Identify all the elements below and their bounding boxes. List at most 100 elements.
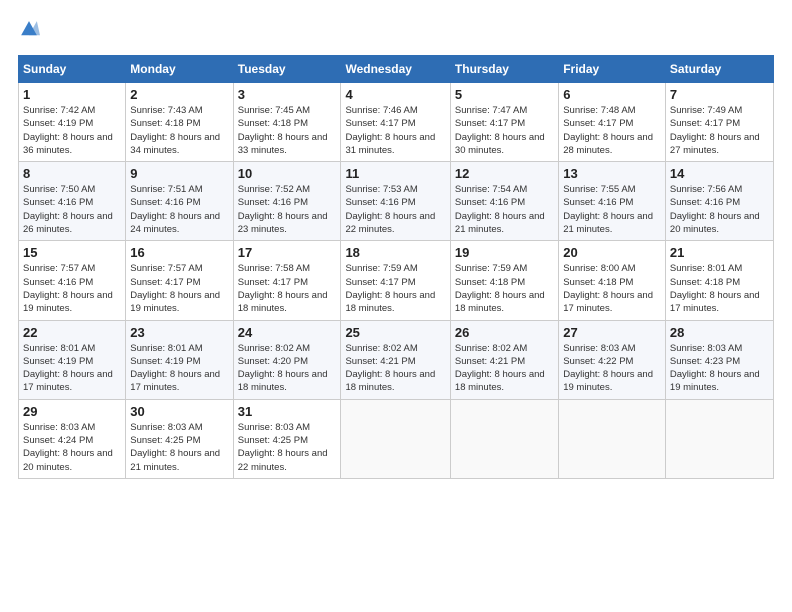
day-number: 3 <box>238 87 337 102</box>
day-number: 8 <box>23 166 121 181</box>
day-info: Sunrise: 8:03 AMSunset: 4:23 PMDaylight:… <box>670 343 760 394</box>
week-row-2: 8 Sunrise: 7:50 AMSunset: 4:16 PMDayligh… <box>19 162 774 241</box>
day-number: 1 <box>23 87 121 102</box>
day-number: 13 <box>563 166 661 181</box>
week-row-4: 22 Sunrise: 8:01 AMSunset: 4:19 PMDaylig… <box>19 320 774 399</box>
calendar-cell <box>559 399 666 478</box>
day-number: 9 <box>130 166 228 181</box>
day-info: Sunrise: 7:51 AMSunset: 4:16 PMDaylight:… <box>130 184 220 235</box>
calendar-cell: 16 Sunrise: 7:57 AMSunset: 4:17 PMDaylig… <box>126 241 233 320</box>
day-info: Sunrise: 7:45 AMSunset: 4:18 PMDaylight:… <box>238 105 328 156</box>
day-number: 18 <box>345 245 445 260</box>
day-number: 27 <box>563 325 661 340</box>
day-info: Sunrise: 7:46 AMSunset: 4:17 PMDaylight:… <box>345 105 435 156</box>
day-number: 4 <box>345 87 445 102</box>
calendar-cell: 9 Sunrise: 7:51 AMSunset: 4:16 PMDayligh… <box>126 162 233 241</box>
calendar-cell: 2 Sunrise: 7:43 AMSunset: 4:18 PMDayligh… <box>126 83 233 162</box>
calendar-cell: 22 Sunrise: 8:01 AMSunset: 4:19 PMDaylig… <box>19 320 126 399</box>
calendar-cell: 25 Sunrise: 8:02 AMSunset: 4:21 PMDaylig… <box>341 320 450 399</box>
day-number: 20 <box>563 245 661 260</box>
day-number: 21 <box>670 245 769 260</box>
day-number: 16 <box>130 245 228 260</box>
calendar-cell: 21 Sunrise: 8:01 AMSunset: 4:18 PMDaylig… <box>665 241 773 320</box>
day-info: Sunrise: 8:03 AMSunset: 4:25 PMDaylight:… <box>130 422 220 473</box>
page: SundayMondayTuesdayWednesdayThursdayFrid… <box>0 0 792 612</box>
calendar-cell: 17 Sunrise: 7:58 AMSunset: 4:17 PMDaylig… <box>233 241 341 320</box>
day-info: Sunrise: 7:59 AMSunset: 4:17 PMDaylight:… <box>345 263 435 314</box>
column-header-sunday: Sunday <box>19 56 126 83</box>
calendar-cell: 18 Sunrise: 7:59 AMSunset: 4:17 PMDaylig… <box>341 241 450 320</box>
calendar-cell: 4 Sunrise: 7:46 AMSunset: 4:17 PMDayligh… <box>341 83 450 162</box>
day-number: 2 <box>130 87 228 102</box>
day-number: 10 <box>238 166 337 181</box>
calendar-cell: 11 Sunrise: 7:53 AMSunset: 4:16 PMDaylig… <box>341 162 450 241</box>
day-info: Sunrise: 8:02 AMSunset: 4:21 PMDaylight:… <box>455 343 545 394</box>
week-row-1: 1 Sunrise: 7:42 AMSunset: 4:19 PMDayligh… <box>19 83 774 162</box>
calendar-cell: 10 Sunrise: 7:52 AMSunset: 4:16 PMDaylig… <box>233 162 341 241</box>
logo-icon <box>18 18 40 45</box>
day-number: 7 <box>670 87 769 102</box>
day-info: Sunrise: 7:59 AMSunset: 4:18 PMDaylight:… <box>455 263 545 314</box>
day-number: 12 <box>455 166 554 181</box>
column-header-row: SundayMondayTuesdayWednesdayThursdayFrid… <box>19 56 774 83</box>
column-header-friday: Friday <box>559 56 666 83</box>
column-header-wednesday: Wednesday <box>341 56 450 83</box>
calendar-cell: 7 Sunrise: 7:49 AMSunset: 4:17 PMDayligh… <box>665 83 773 162</box>
day-info: Sunrise: 7:43 AMSunset: 4:18 PMDaylight:… <box>130 105 220 156</box>
calendar-cell: 19 Sunrise: 7:59 AMSunset: 4:18 PMDaylig… <box>450 241 558 320</box>
calendar-cell: 28 Sunrise: 8:03 AMSunset: 4:23 PMDaylig… <box>665 320 773 399</box>
day-info: Sunrise: 7:52 AMSunset: 4:16 PMDaylight:… <box>238 184 328 235</box>
column-header-tuesday: Tuesday <box>233 56 341 83</box>
day-number: 15 <box>23 245 121 260</box>
day-info: Sunrise: 7:53 AMSunset: 4:16 PMDaylight:… <box>345 184 435 235</box>
day-info: Sunrise: 7:47 AMSunset: 4:17 PMDaylight:… <box>455 105 545 156</box>
calendar-cell <box>450 399 558 478</box>
calendar-cell: 3 Sunrise: 7:45 AMSunset: 4:18 PMDayligh… <box>233 83 341 162</box>
column-header-saturday: Saturday <box>665 56 773 83</box>
day-number: 28 <box>670 325 769 340</box>
day-info: Sunrise: 8:02 AMSunset: 4:20 PMDaylight:… <box>238 343 328 394</box>
day-info: Sunrise: 7:57 AMSunset: 4:17 PMDaylight:… <box>130 263 220 314</box>
header <box>18 18 774 45</box>
day-info: Sunrise: 7:54 AMSunset: 4:16 PMDaylight:… <box>455 184 545 235</box>
week-row-3: 15 Sunrise: 7:57 AMSunset: 4:16 PMDaylig… <box>19 241 774 320</box>
calendar-cell: 30 Sunrise: 8:03 AMSunset: 4:25 PMDaylig… <box>126 399 233 478</box>
day-info: Sunrise: 8:02 AMSunset: 4:21 PMDaylight:… <box>345 343 435 394</box>
week-row-5: 29 Sunrise: 8:03 AMSunset: 4:24 PMDaylig… <box>19 399 774 478</box>
day-number: 31 <box>238 404 337 419</box>
calendar-cell: 5 Sunrise: 7:47 AMSunset: 4:17 PMDayligh… <box>450 83 558 162</box>
day-number: 25 <box>345 325 445 340</box>
day-info: Sunrise: 7:58 AMSunset: 4:17 PMDaylight:… <box>238 263 328 314</box>
day-number: 23 <box>130 325 228 340</box>
calendar-cell: 12 Sunrise: 7:54 AMSunset: 4:16 PMDaylig… <box>450 162 558 241</box>
day-number: 29 <box>23 404 121 419</box>
day-info: Sunrise: 8:00 AMSunset: 4:18 PMDaylight:… <box>563 263 653 314</box>
day-info: Sunrise: 7:56 AMSunset: 4:16 PMDaylight:… <box>670 184 760 235</box>
day-info: Sunrise: 7:50 AMSunset: 4:16 PMDaylight:… <box>23 184 113 235</box>
day-info: Sunrise: 8:01 AMSunset: 4:18 PMDaylight:… <box>670 263 760 314</box>
day-number: 19 <box>455 245 554 260</box>
logo <box>18 18 44 45</box>
day-number: 11 <box>345 166 445 181</box>
day-number: 6 <box>563 87 661 102</box>
calendar-cell: 1 Sunrise: 7:42 AMSunset: 4:19 PMDayligh… <box>19 83 126 162</box>
calendar-cell: 29 Sunrise: 8:03 AMSunset: 4:24 PMDaylig… <box>19 399 126 478</box>
day-info: Sunrise: 7:48 AMSunset: 4:17 PMDaylight:… <box>563 105 653 156</box>
calendar-cell: 6 Sunrise: 7:48 AMSunset: 4:17 PMDayligh… <box>559 83 666 162</box>
calendar-cell: 15 Sunrise: 7:57 AMSunset: 4:16 PMDaylig… <box>19 241 126 320</box>
day-number: 14 <box>670 166 769 181</box>
calendar-cell: 26 Sunrise: 8:02 AMSunset: 4:21 PMDaylig… <box>450 320 558 399</box>
day-number: 30 <box>130 404 228 419</box>
day-number: 24 <box>238 325 337 340</box>
day-info: Sunrise: 7:42 AMSunset: 4:19 PMDaylight:… <box>23 105 113 156</box>
day-number: 5 <box>455 87 554 102</box>
calendar-cell <box>665 399 773 478</box>
calendar-cell: 20 Sunrise: 8:00 AMSunset: 4:18 PMDaylig… <box>559 241 666 320</box>
day-info: Sunrise: 7:49 AMSunset: 4:17 PMDaylight:… <box>670 105 760 156</box>
day-info: Sunrise: 7:55 AMSunset: 4:16 PMDaylight:… <box>563 184 653 235</box>
day-info: Sunrise: 8:01 AMSunset: 4:19 PMDaylight:… <box>130 343 220 394</box>
calendar-table: SundayMondayTuesdayWednesdayThursdayFrid… <box>18 55 774 479</box>
calendar-cell: 27 Sunrise: 8:03 AMSunset: 4:22 PMDaylig… <box>559 320 666 399</box>
day-number: 22 <box>23 325 121 340</box>
day-info: Sunrise: 8:03 AMSunset: 4:22 PMDaylight:… <box>563 343 653 394</box>
